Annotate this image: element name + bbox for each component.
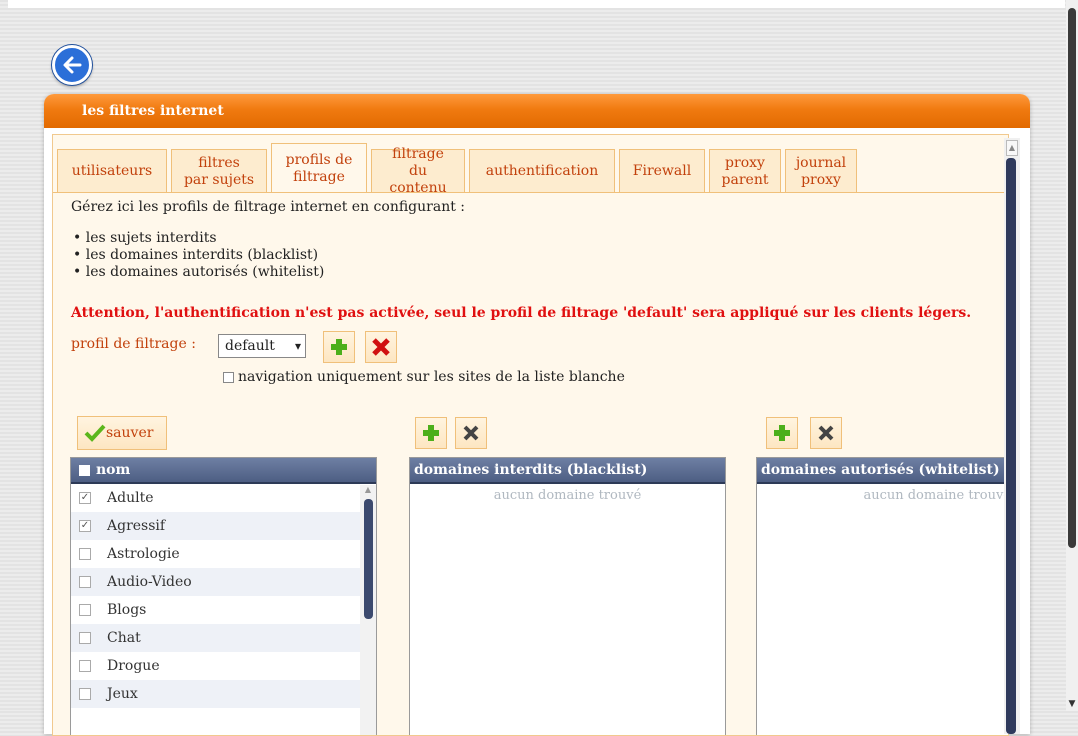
whitelist-empty-message: aucun domaine trouvé bbox=[863, 488, 1009, 503]
scroll-down-arrow-icon[interactable]: ▼ bbox=[1066, 699, 1078, 709]
delete-icon bbox=[463, 425, 479, 441]
subject-checkbox[interactable] bbox=[79, 660, 91, 672]
bullet-item: les domaines autorisés (whitelist) bbox=[73, 264, 325, 281]
subject-name: Adulte bbox=[107, 490, 154, 506]
scroll-up-arrow-icon[interactable]: ▲ bbox=[360, 485, 376, 497]
page-scrollbar[interactable]: ▼ bbox=[1066, 0, 1078, 711]
whitelist-header: domaines autorisés (whitelist) bbox=[757, 458, 1008, 484]
plus-icon bbox=[331, 339, 347, 355]
subject-checkbox[interactable]: ✓ bbox=[79, 520, 91, 532]
tab-divider bbox=[53, 192, 1008, 193]
plus-icon bbox=[423, 425, 439, 441]
intro-text: Gérez ici les profils de filtrage intern… bbox=[71, 199, 466, 215]
tab-profils-de-filtrage[interactable]: profils de filtrage bbox=[271, 143, 367, 193]
scrollbar-thumb[interactable] bbox=[1068, 8, 1076, 548]
add-profile-button[interactable] bbox=[323, 331, 355, 363]
subject-row-jeux[interactable]: Jeux bbox=[71, 680, 376, 708]
tab-authentification[interactable]: authentification bbox=[469, 149, 615, 193]
subject-row-astrologie[interactable]: Astrologie bbox=[71, 540, 376, 568]
subject-name: Chat bbox=[107, 630, 141, 646]
scroll-up-arrow-icon[interactable]: ▲ bbox=[1006, 140, 1018, 156]
whitelist-only-checkbox[interactable] bbox=[223, 371, 234, 383]
delete-icon bbox=[372, 338, 390, 356]
whitelist-only-label: navigation uniquement sur les sites de l… bbox=[238, 369, 625, 385]
tab-proxy-parent[interactable]: proxy parent bbox=[709, 149, 781, 193]
tab-firewall[interactable]: Firewall bbox=[619, 149, 705, 193]
whitelist-only-option[interactable]: navigation uniquement sur les sites de l… bbox=[223, 369, 625, 385]
subject-name: Astrologie bbox=[107, 546, 180, 562]
save-button[interactable]: sauver bbox=[77, 416, 167, 450]
subjects-header: nom bbox=[71, 458, 376, 484]
plus-icon bbox=[774, 425, 790, 441]
profile-select-value: default bbox=[225, 338, 275, 354]
add-blacklist-domain-button[interactable] bbox=[415, 417, 447, 449]
tab-journal-proxy[interactable]: journal proxy bbox=[785, 149, 857, 193]
subject-checkbox[interactable] bbox=[79, 548, 91, 560]
dropdown-arrow-icon: ▾ bbox=[294, 339, 301, 353]
subject-row-audio-video[interactable]: Audio-Video bbox=[71, 568, 376, 596]
subject-name: Audio-Video bbox=[107, 574, 192, 590]
subject-name: Blogs bbox=[107, 602, 147, 618]
blacklist-header: domaines interdits (blacklist) bbox=[410, 458, 725, 484]
tab-label: Firewall bbox=[632, 163, 692, 179]
tab-label: authentification bbox=[485, 163, 599, 179]
profile-label: profil de filtrage : bbox=[71, 336, 196, 352]
tab-bar: utilisateurs filtres par sujets profils d… bbox=[57, 139, 861, 196]
tab-label: profils de filtrage bbox=[285, 151, 353, 185]
subject-row-agressif[interactable]: ✓ Agressif bbox=[71, 512, 376, 540]
scrollbar-thumb[interactable] bbox=[363, 499, 373, 619]
subject-name: Jeux bbox=[107, 686, 138, 702]
window-scrollbar[interactable]: ▲ bbox=[1004, 138, 1020, 734]
subject-name: Agressif bbox=[107, 518, 166, 534]
subjects-list: nom ✓ Adulte ✓ Agressif Astrologie Audio-V… bbox=[70, 457, 377, 735]
checkmark-icon bbox=[84, 424, 106, 442]
arrow-left-icon bbox=[63, 56, 82, 74]
delete-whitelist-domain-button[interactable] bbox=[810, 417, 842, 449]
subjects-column-title: nom bbox=[96, 462, 131, 478]
back-button[interactable] bbox=[52, 45, 92, 85]
bullet-item: les domaines interdits (blacklist) bbox=[73, 247, 324, 264]
blacklist-panel: domaines interdits (blacklist) aucun dom… bbox=[409, 457, 726, 735]
subjects-scrollbar[interactable]: ▲ bbox=[360, 485, 376, 735]
delete-profile-button[interactable] bbox=[365, 331, 397, 363]
select-all-checkbox[interactable] bbox=[79, 464, 90, 476]
subject-row-drogue[interactable]: Drogue bbox=[71, 652, 376, 680]
window-title: les filtres internet bbox=[44, 94, 1030, 128]
subject-row-chat[interactable]: Chat bbox=[71, 624, 376, 652]
tab-utilisateurs[interactable]: utilisateurs bbox=[57, 149, 167, 193]
delete-blacklist-domain-button[interactable] bbox=[455, 417, 487, 449]
window-body: utilisateurs filtres par sujets profils d… bbox=[52, 134, 1009, 736]
top-strip bbox=[8, 0, 1065, 8]
tab-label: filtrage du contenu bbox=[389, 146, 447, 196]
bullet-item: les sujets interdits bbox=[73, 230, 324, 247]
blacklist-empty-message: aucun domaine trouvé bbox=[493, 488, 642, 503]
tab-label: filtres par sujets bbox=[183, 154, 255, 188]
tab-filtres-par-sujets[interactable]: filtres par sujets bbox=[171, 149, 267, 193]
add-whitelist-domain-button[interactable] bbox=[766, 417, 798, 449]
tab-filtrage-du-contenu[interactable]: filtrage du contenu bbox=[371, 146, 465, 196]
tab-label: utilisateurs bbox=[71, 163, 153, 179]
filters-window: les filtres internet utilisateurs filtre… bbox=[44, 94, 1030, 736]
subject-row-blogs[interactable]: Blogs bbox=[71, 596, 376, 624]
tab-label: journal proxy bbox=[795, 154, 847, 188]
subject-checkbox[interactable] bbox=[79, 632, 91, 644]
delete-icon bbox=[818, 425, 834, 441]
tab-label: proxy parent bbox=[721, 154, 769, 188]
subject-checkbox[interactable]: ✓ bbox=[79, 492, 91, 504]
whitelist-panel: domaines autorisés (whitelist) aucun dom… bbox=[756, 457, 1009, 735]
subject-checkbox[interactable] bbox=[79, 688, 91, 700]
auth-warning: Attention, l'authentification n'est pas … bbox=[71, 305, 972, 321]
subject-checkbox[interactable] bbox=[79, 576, 91, 588]
subject-name: Drogue bbox=[107, 658, 160, 674]
bullet-list: les sujets interdits les domaines interd… bbox=[73, 230, 325, 281]
subject-row-adulte[interactable]: ✓ Adulte bbox=[71, 484, 376, 512]
save-label: sauver bbox=[106, 425, 154, 441]
profile-select[interactable]: default ▾ bbox=[218, 334, 306, 358]
subject-checkbox[interactable] bbox=[79, 604, 91, 616]
scrollbar-thumb[interactable] bbox=[1006, 158, 1016, 734]
